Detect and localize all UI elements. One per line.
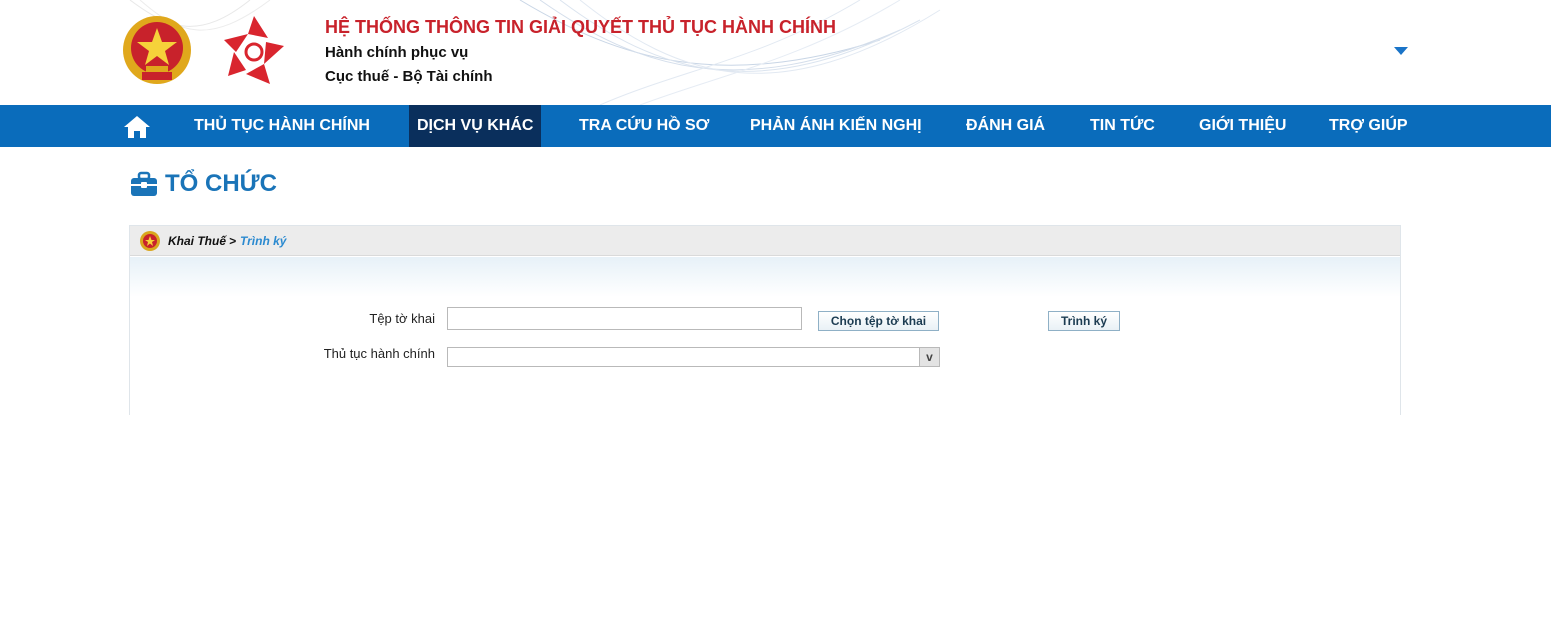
nav-item-tro-giup[interactable]: TRỢ GIÚP — [1321, 105, 1416, 147]
system-title: HỆ THỐNG THÔNG TIN GIẢI QUYẾT THỦ TỤC HÀ… — [325, 17, 836, 37]
nav-item-gioi-thieu[interactable]: GIỚI THIỆU — [1191, 105, 1294, 147]
nav-item-tra-cuu-ho-so[interactable]: TRA CỨU HỒ SƠ — [571, 105, 717, 147]
administrative-service-logo-icon — [224, 16, 284, 84]
procedure-select[interactable]: v — [447, 347, 940, 367]
page-title-text: TỔ CHỨC — [165, 170, 277, 197]
submit-sign-button[interactable]: Trình ký — [1048, 311, 1120, 331]
system-subtitle-agency: Cục thuế - Bộ Tài chính — [325, 68, 493, 85]
tax-logo-icon — [140, 231, 160, 251]
breadcrumb-item-trinh-ky[interactable]: Trình ký — [240, 234, 286, 248]
main-navigation: THỦ TỤC HÀNH CHÍNH DỊCH VỤ KHÁC TRA CỨU … — [0, 105, 1551, 147]
nav-item-dich-vu-khac[interactable]: DỊCH VỤ KHÁC — [409, 105, 542, 147]
nav-item-tin-tuc[interactable]: TIN TỨC — [1082, 105, 1163, 147]
nav-item-thu-tuc-hanh-chinh[interactable]: THỦ TỤC HÀNH CHÍNH — [186, 105, 378, 147]
file-path-input[interactable] — [447, 307, 802, 330]
system-subtitle-service: Hành chính phục vụ — [325, 44, 469, 61]
procedure-label: Thủ tục hành chính — [323, 346, 435, 361]
user-menu-caret-icon[interactable] — [1392, 44, 1410, 58]
chevron-down-icon[interactable]: v — [919, 348, 939, 366]
choose-file-button[interactable]: Chọn tệp tờ khai — [818, 311, 939, 331]
national-emblem-icon — [123, 16, 191, 84]
breadcrumb-item-khai-thue[interactable]: Khai Thuế — [168, 234, 226, 248]
breadcrumb-separator: > — [229, 234, 237, 248]
panel-gradient-band — [130, 257, 1400, 297]
site-header: HỆ THỐNG THÔNG TIN GIẢI QUYẾT THỦ TỤC HÀ… — [0, 0, 1551, 105]
nav-item-danh-gia[interactable]: ĐÁNH GIÁ — [958, 105, 1053, 147]
breadcrumb: Khai Thuế > Trình ký — [130, 226, 1400, 256]
home-icon[interactable] — [122, 114, 152, 140]
nav-item-phan-anh-kien-nghi[interactable]: PHẢN ÁNH KIẾN NGHỊ — [742, 105, 930, 147]
briefcase-icon — [131, 171, 157, 196]
file-label: Tệp tờ khai — [369, 311, 435, 326]
